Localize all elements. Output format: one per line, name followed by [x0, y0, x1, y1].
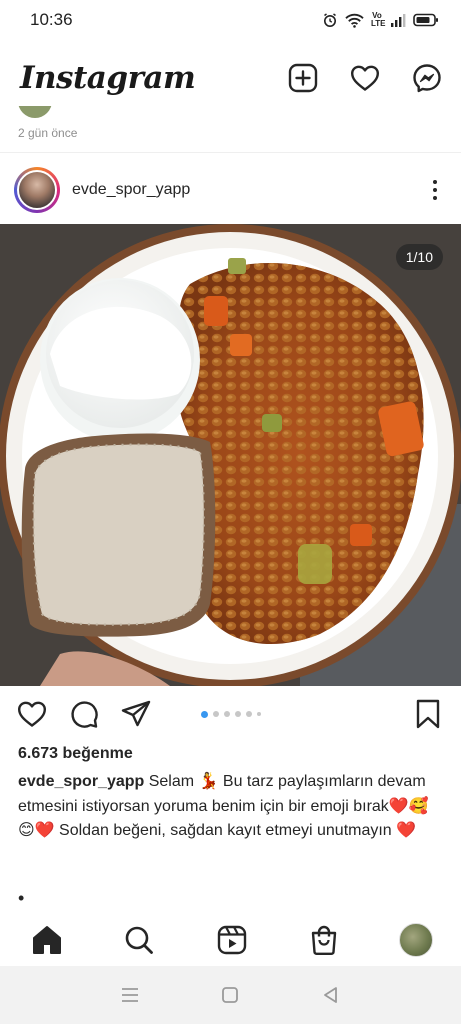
comment-icon[interactable]	[68, 698, 100, 730]
new-post-icon[interactable]	[287, 62, 319, 94]
search-icon[interactable]	[122, 923, 156, 957]
status-bar: 10:36 Vo LTE	[0, 0, 461, 40]
bottom-nav	[0, 914, 461, 966]
carousel-dot	[212, 711, 219, 717]
heart-icon[interactable]	[349, 62, 381, 94]
caption-more-dot: •	[18, 888, 25, 908]
caption-username[interactable]: evde_spor_yapp	[18, 773, 144, 790]
header-actions	[287, 62, 443, 94]
carousel-dot	[223, 711, 230, 717]
like-count[interactable]: 6.673 beğenme	[18, 745, 133, 763]
wifi-icon	[345, 13, 364, 28]
home-icon[interactable]	[30, 923, 64, 957]
carousel-dot	[234, 711, 241, 717]
like-icon[interactable]	[16, 698, 48, 730]
home-square-icon[interactable]	[218, 983, 242, 1007]
post-header: evde_spor_yapp	[0, 164, 461, 216]
post-username[interactable]: evde_spor_yapp	[72, 181, 423, 199]
status-icons: Vo LTE	[322, 12, 439, 28]
instagram-logo[interactable]: Instagram	[20, 60, 196, 96]
carousel-dot	[200, 710, 208, 718]
carousel-dot	[245, 711, 252, 717]
carousel-dots	[200, 710, 261, 718]
status-time: 10:36	[30, 10, 73, 29]
system-nav-bar	[0, 966, 461, 1024]
post-image[interactable]: 1/10	[0, 224, 461, 686]
post-caption: evde_spor_yapp Selam 💃 Bu tarz paylaşıml…	[18, 770, 448, 844]
previous-post-avatar[interactable]	[18, 106, 52, 120]
carousel-dot	[256, 712, 261, 716]
menu-icon[interactable]	[118, 983, 142, 1007]
image-counter: 1/10	[395, 244, 443, 270]
signal-icon	[391, 14, 406, 27]
more-options-icon[interactable]	[423, 178, 447, 202]
app-header: Instagram	[0, 52, 461, 104]
battery-icon	[413, 13, 438, 27]
post-avatar[interactable]	[14, 167, 60, 213]
messenger-icon[interactable]	[411, 62, 443, 94]
save-icon[interactable]	[413, 698, 443, 730]
alarm-icon	[324, 13, 336, 27]
previous-post-time: 2 gün önce	[18, 126, 78, 140]
shop-icon[interactable]	[307, 923, 341, 957]
volte-icon: Vo LTE	[371, 11, 386, 28]
profile-avatar[interactable]	[399, 923, 433, 957]
divider	[0, 152, 461, 153]
food-photo	[0, 224, 461, 686]
share-icon[interactable]	[120, 698, 152, 730]
reels-icon[interactable]	[215, 923, 249, 957]
back-icon[interactable]	[319, 983, 343, 1007]
post-actions	[0, 694, 461, 734]
